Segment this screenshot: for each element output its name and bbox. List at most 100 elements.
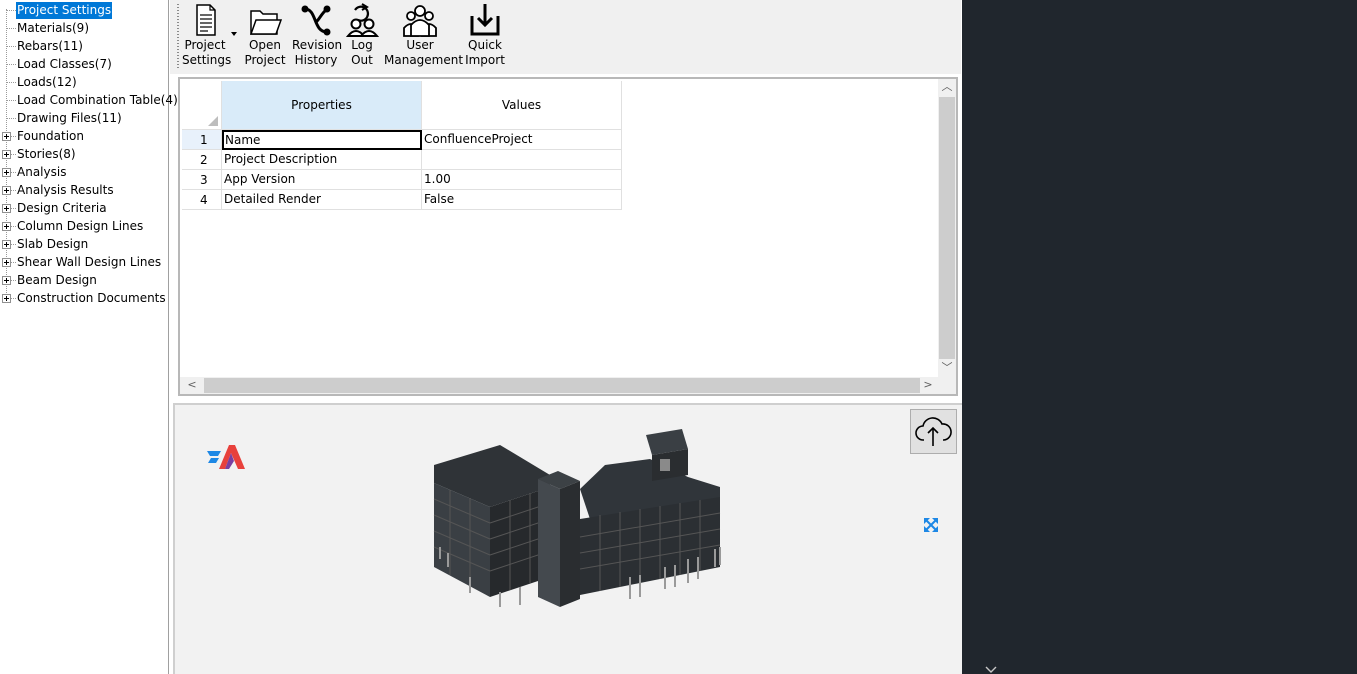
property-cell[interactable]: Project Description: [222, 150, 422, 170]
user-management-label-1: User: [406, 38, 434, 52]
user-management-button[interactable]: User Management: [384, 2, 463, 68]
tree-item-label: Analysis Results: [17, 183, 114, 197]
expand-plus-icon[interactable]: [2, 222, 11, 231]
select-all-corner[interactable]: [182, 81, 222, 130]
log-out-label-1: Log: [351, 38, 373, 52]
tree-item[interactable]: Construction Documents: [0, 289, 169, 307]
tree-item[interactable]: Slab Design: [0, 235, 169, 253]
expand-plus-icon[interactable]: [2, 258, 11, 267]
revision-history-label-1: Revision: [292, 38, 343, 52]
properties-grid-panel: Properties Values 1 Name ConfluenceProject…: [178, 77, 958, 396]
quick-import-label-2: Import: [465, 53, 505, 67]
property-cell[interactable]: Detailed Render: [222, 190, 422, 210]
scroll-left-icon[interactable]: <: [184, 377, 200, 393]
tree-item-label: Shear Wall Design Lines: [17, 255, 162, 269]
tree-item-label: Load Classes(7): [17, 57, 112, 71]
tree-item[interactable]: Materials(9): [0, 19, 169, 37]
expand-plus-icon[interactable]: [2, 132, 11, 141]
tree-item[interactable]: Column Design Lines: [0, 217, 169, 235]
quick-import-label-1: Quick: [468, 38, 502, 52]
open-project-button[interactable]: Open Project: [242, 2, 288, 68]
value-cell[interactable]: [422, 150, 622, 170]
tree-item[interactable]: Analysis: [0, 163, 169, 181]
expand-arrows-icon[interactable]: [923, 517, 939, 533]
row-header[interactable]: 2: [182, 150, 222, 170]
expand-plus-icon[interactable]: [2, 204, 11, 213]
horizontal-scroll-thumb[interactable]: [204, 378, 920, 393]
building-3d-model[interactable]: [430, 427, 730, 619]
tree-branch-line: [7, 28, 16, 29]
side-panel: [962, 0, 1357, 674]
horizontal-scrollbar[interactable]: < >: [180, 377, 938, 394]
value-cell[interactable]: ConfluenceProject: [422, 130, 622, 150]
scrollbar-corner: [938, 377, 956, 394]
tree-item[interactable]: Analysis Results: [0, 181, 169, 199]
log-out-button[interactable]: Log Out: [344, 2, 380, 68]
scroll-right-icon[interactable]: >: [920, 377, 936, 393]
download-tray-icon: [470, 4, 500, 36]
cloud-upload-icon: [915, 417, 952, 446]
tree-item[interactable]: Beam Design: [0, 271, 169, 289]
row-header[interactable]: 3: [182, 170, 222, 190]
tree-item-label: Analysis: [17, 165, 67, 179]
tree-item[interactable]: Drawing Files(11): [0, 109, 169, 127]
tree-item[interactable]: Load Classes(7): [0, 55, 169, 73]
expand-plus-icon[interactable]: [2, 186, 11, 195]
project-settings-button[interactable]: Project Settings: [182, 2, 231, 68]
folder-open-icon: [249, 10, 282, 35]
tree-item-label: Loads(12): [17, 75, 77, 89]
scroll-down-icon[interactable]: ﹀: [939, 360, 955, 376]
expand-plus-icon[interactable]: [2, 168, 11, 177]
property-cell[interactable]: Name: [222, 130, 422, 150]
toolbar: Project Settings Open Project Revision H…: [170, 0, 961, 74]
tree-item[interactable]: Load Combination Table(4): [0, 91, 178, 109]
tree-item[interactable]: Shear Wall Design Lines: [0, 253, 169, 271]
chevron-down-icon[interactable]: [984, 665, 998, 674]
tree-item[interactable]: Project Settings: [0, 1, 169, 19]
tree-item-label: Construction Documents: [17, 291, 166, 305]
value-cell[interactable]: 1.00: [422, 170, 622, 190]
tree-item[interactable]: Foundation: [0, 127, 169, 145]
tree-branch-line: [7, 64, 16, 65]
vertical-scroll-thumb[interactable]: [939, 97, 955, 359]
expand-plus-icon[interactable]: [2, 240, 11, 249]
tree-branch-line: [7, 82, 16, 83]
brand-logo: [207, 445, 245, 469]
column-header-properties[interactable]: Properties: [222, 81, 422, 130]
quick-import-button[interactable]: Quick Import: [464, 2, 506, 68]
project-tree[interactable]: Project Settings Materials(9) Rebars(11) Lo…: [0, 0, 178, 674]
tree-item-label: Load Combination Table(4): [17, 93, 178, 107]
open-project-label-1: Open: [248, 38, 282, 52]
expand-plus-icon[interactable]: [2, 150, 11, 159]
chevron-down-icon[interactable]: [231, 32, 237, 36]
tree-item[interactable]: Rebars(11): [0, 37, 169, 55]
value-cell[interactable]: False: [422, 190, 622, 210]
property-cell[interactable]: App Version: [222, 170, 422, 190]
user-logout-icon: [345, 3, 379, 37]
expand-plus-icon[interactable]: [2, 276, 11, 285]
tree-item-label: Beam Design: [17, 273, 97, 287]
expand-plus-icon[interactable]: [2, 294, 11, 303]
row-header[interactable]: 1: [182, 130, 222, 150]
tree-item-label: Rebars(11): [17, 39, 83, 53]
properties-grid[interactable]: Properties Values 1 Name ConfluenceProject…: [180, 79, 938, 378]
document-settings-icon: [196, 4, 216, 36]
project-settings-label-1: Project: [184, 38, 226, 52]
model-viewer[interactable]: [173, 403, 962, 674]
revision-history-button[interactable]: Revision History: [292, 2, 343, 68]
toolbar-grip[interactable]: [177, 4, 179, 68]
branch-history-icon: [301, 5, 331, 36]
row-header[interactable]: 4: [182, 190, 222, 210]
vertical-scrollbar[interactable]: ︿ ﹀: [938, 79, 956, 378]
upload-button[interactable]: [910, 409, 957, 454]
tree-item-label: Project Settings: [16, 2, 113, 19]
scroll-up-icon[interactable]: ︿: [939, 79, 955, 95]
column-header-values[interactable]: Values: [422, 81, 622, 130]
tree-item[interactable]: Design Criteria: [0, 199, 169, 217]
tree-branch-line: [7, 46, 16, 47]
tree-item[interactable]: Stories(8): [0, 145, 169, 163]
tree-item-label: Stories(8): [17, 147, 76, 161]
tree-item[interactable]: Loads(12): [0, 73, 169, 91]
tree-branch-line: [7, 100, 16, 101]
tree-item-label: Drawing Files(11): [17, 111, 122, 125]
